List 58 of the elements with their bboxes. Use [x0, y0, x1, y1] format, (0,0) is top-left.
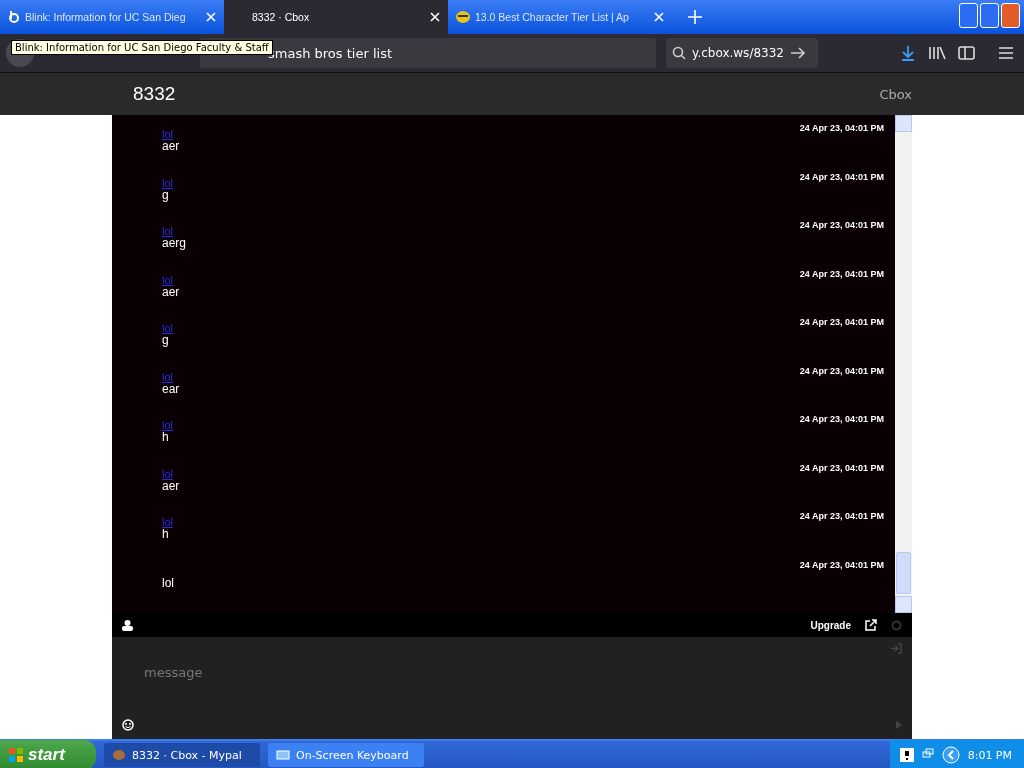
message-time: 24 Apr 23, 04:01 PM: [799, 559, 884, 572]
user-name-link[interactable]: lol: [162, 370, 173, 383]
message-text: aer: [162, 139, 181, 155]
chevron-icon[interactable]: [941, 746, 960, 764]
user-name-link[interactable]: lol: [162, 516, 173, 528]
browser-tab[interactable]: 13.0 Best Character Tier List | Ap: [448, 0, 672, 34]
scrollbar[interactable]: [895, 115, 912, 613]
message-time: 24 Apr 23, 04:01 PM: [799, 171, 884, 184]
external-link-icon[interactable]: [865, 619, 877, 631]
message-text: g: [162, 187, 170, 204]
brand-label: Cbox: [879, 86, 912, 102]
message-time: 24 Apr 23, 04:01 PM: [799, 317, 884, 329]
smiley-icon[interactable]: [122, 719, 134, 731]
user-name-link[interactable]: lol: [162, 419, 173, 431]
message-text: h: [162, 527, 170, 543]
go-arrow-icon[interactable]: [789, 46, 806, 60]
search-field[interactable]: y.cbox.ws/8332: [666, 38, 818, 68]
search-icon: [672, 46, 686, 60]
help-icon[interactable]: [899, 748, 914, 762]
sidebar-icon[interactable]: [958, 45, 976, 61]
windows-logo-icon: [8, 747, 24, 763]
message-text: g: [162, 333, 170, 349]
message-text: h: [162, 430, 170, 446]
message-text: lol: [162, 575, 175, 592]
menu-icon[interactable]: [998, 46, 1014, 60]
message-time: 24 Apr 23, 04:01 PM: [799, 268, 884, 281]
close-tab-icon[interactable]: [430, 12, 440, 22]
taskbar-button[interactable]: 8332 · Cbox - Mypal: [104, 743, 260, 767]
clock: 8:01 PM: [967, 748, 1012, 762]
user-name-link[interactable]: lol: [162, 176, 173, 189]
user-name-link[interactable]: lol: [162, 467, 173, 480]
message-text: aerg: [162, 236, 188, 252]
library-icon[interactable]: [928, 45, 946, 61]
browser-tab[interactable]: 8332 · Cbox: [224, 0, 448, 34]
message-time: 24 Apr 23, 04:01 PM: [799, 220, 884, 232]
user-name-link[interactable]: lol: [162, 273, 173, 286]
taskbar-button[interactable]: On-Screen Keyboard: [268, 743, 424, 767]
download-icon[interactable]: [900, 45, 916, 61]
message-time: 24 Apr 23, 04:01 PM: [799, 462, 884, 475]
message-text: ear: [162, 381, 181, 398]
tab-favicon-icon: [456, 11, 470, 23]
start-button[interactable]: start: [0, 740, 96, 768]
message-time: 24 Apr 23, 04:01 PM: [799, 511, 884, 523]
upgrade-link[interactable]: Upgrade: [810, 619, 851, 631]
user-name-link[interactable]: lol: [162, 225, 173, 237]
user-name-link[interactable]: lol: [162, 128, 173, 140]
message-text: aer: [162, 478, 181, 495]
message-time: 24 Apr 23, 04:01 PM: [799, 365, 884, 378]
tab-favicon-icon: [8, 10, 20, 24]
user-icon[interactable]: [122, 619, 133, 631]
tooltip: Blink: Information for UC San Diego Faculty & Staff: [11, 40, 273, 55]
message-time: 24 Apr 23, 04:01 PM: [799, 123, 884, 135]
message-text: aer: [162, 284, 181, 301]
browser-tab[interactable]: Blink: Information for UC San Dieg: [0, 0, 224, 34]
app-icon: [112, 749, 126, 761]
user-name-link[interactable]: lol: [162, 322, 173, 334]
chat-title: 8332: [133, 83, 176, 105]
message-time: 24 Apr 23, 04:01 PM: [799, 414, 884, 426]
